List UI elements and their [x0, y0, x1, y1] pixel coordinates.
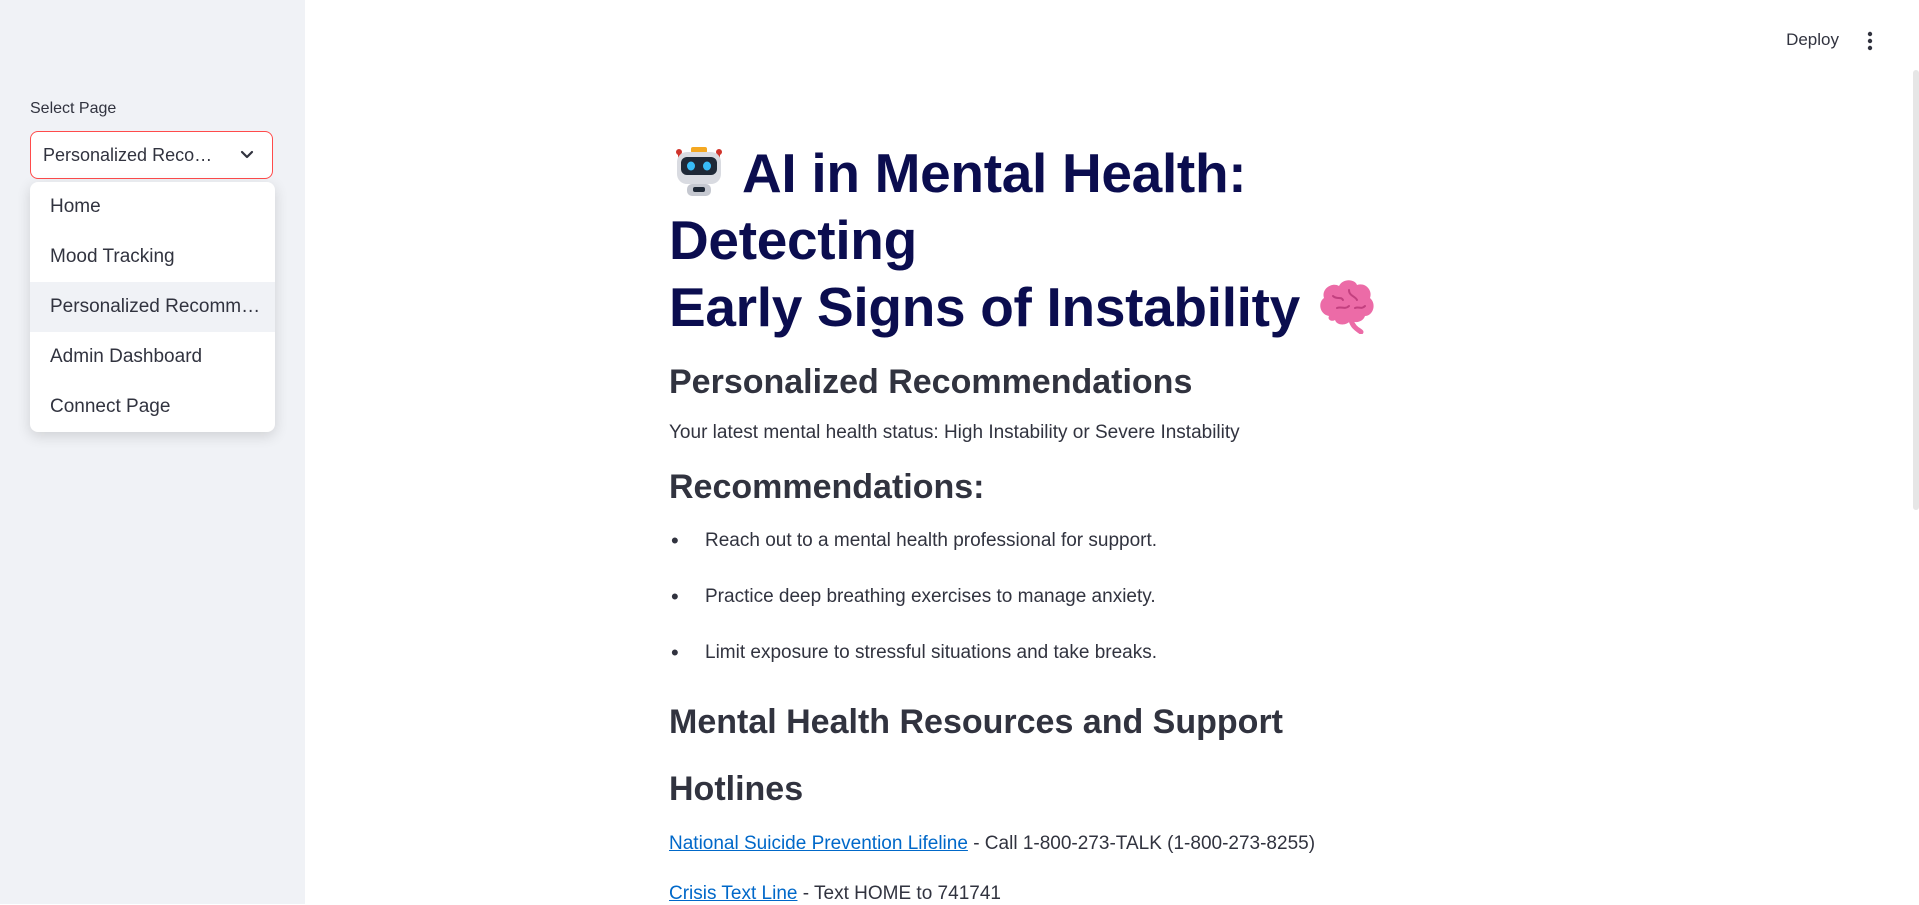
page-select-value: Personalized Reco…	[43, 144, 213, 165]
page-dropdown-menu: Home Mood Tracking Personalized Recomm… …	[30, 182, 275, 432]
dropdown-option-personalized-recommendations[interactable]: Personalized Recomm…	[30, 282, 275, 332]
hotline-row: Crisis Text Line - Text HOME to 741741	[669, 883, 1509, 905]
dropdown-option-connect-page[interactable]: Connect Page	[30, 382, 275, 432]
scrollbar[interactable]	[1913, 70, 1919, 510]
hotline-text: - Text HOME to 741741	[797, 883, 1001, 904]
select-page-label: Select Page	[30, 100, 117, 117]
list-item: Practice deep breathing exercises to man…	[669, 585, 1509, 641]
hotline-link-crisis-text[interactable]: Crisis Text Line	[669, 883, 797, 904]
dropdown-option-home[interactable]: Home	[30, 182, 275, 232]
dropdown-option-admin-dashboard[interactable]: Admin Dashboard	[30, 332, 275, 382]
title-line-2: Early Signs of Instability	[669, 276, 1300, 338]
page-title: AI in Mental Health: Detecting Early Sig…	[669, 140, 1509, 341]
section-title: Personalized Recommendations	[669, 363, 1193, 401]
brain-icon	[1320, 280, 1374, 334]
list-item: Reach out to a mental health professiona…	[669, 529, 1509, 585]
recommendations-title: Recommendations:	[669, 468, 985, 506]
resources-title: Mental Health Resources and Support	[669, 703, 1283, 741]
recommendations-list: Reach out to a mental health professiona…	[669, 529, 1509, 697]
sidebar: Select Page Personalized Reco… Home Mood…	[0, 0, 305, 904]
hotline-text: - Call 1-800-273-TALK (1-800-273-8255)	[967, 833, 1316, 854]
deploy-button[interactable]: Deploy	[1786, 30, 1839, 50]
kebab-menu-icon[interactable]	[1865, 30, 1875, 52]
page-select[interactable]: Personalized Reco…	[30, 131, 273, 179]
hotline-link-lifeline[interactable]: National Suicide Prevention Lifeline	[669, 833, 968, 854]
dropdown-option-mood-tracking[interactable]: Mood Tracking	[30, 232, 275, 282]
chevron-down-icon	[240, 150, 254, 159]
hotlines-title: Hotlines	[669, 770, 804, 808]
robot-icon	[676, 147, 722, 196]
title-line-1: AI in Mental Health: Detecting	[669, 142, 1247, 271]
hotline-row: National Suicide Prevention Lifeline - C…	[669, 833, 1509, 855]
main-content: AI in Mental Health: Detecting Early Sig…	[669, 140, 1509, 905]
list-item: Limit exposure to stressful situations a…	[669, 641, 1509, 697]
status-text: Your latest mental health status: High I…	[669, 422, 1240, 443]
